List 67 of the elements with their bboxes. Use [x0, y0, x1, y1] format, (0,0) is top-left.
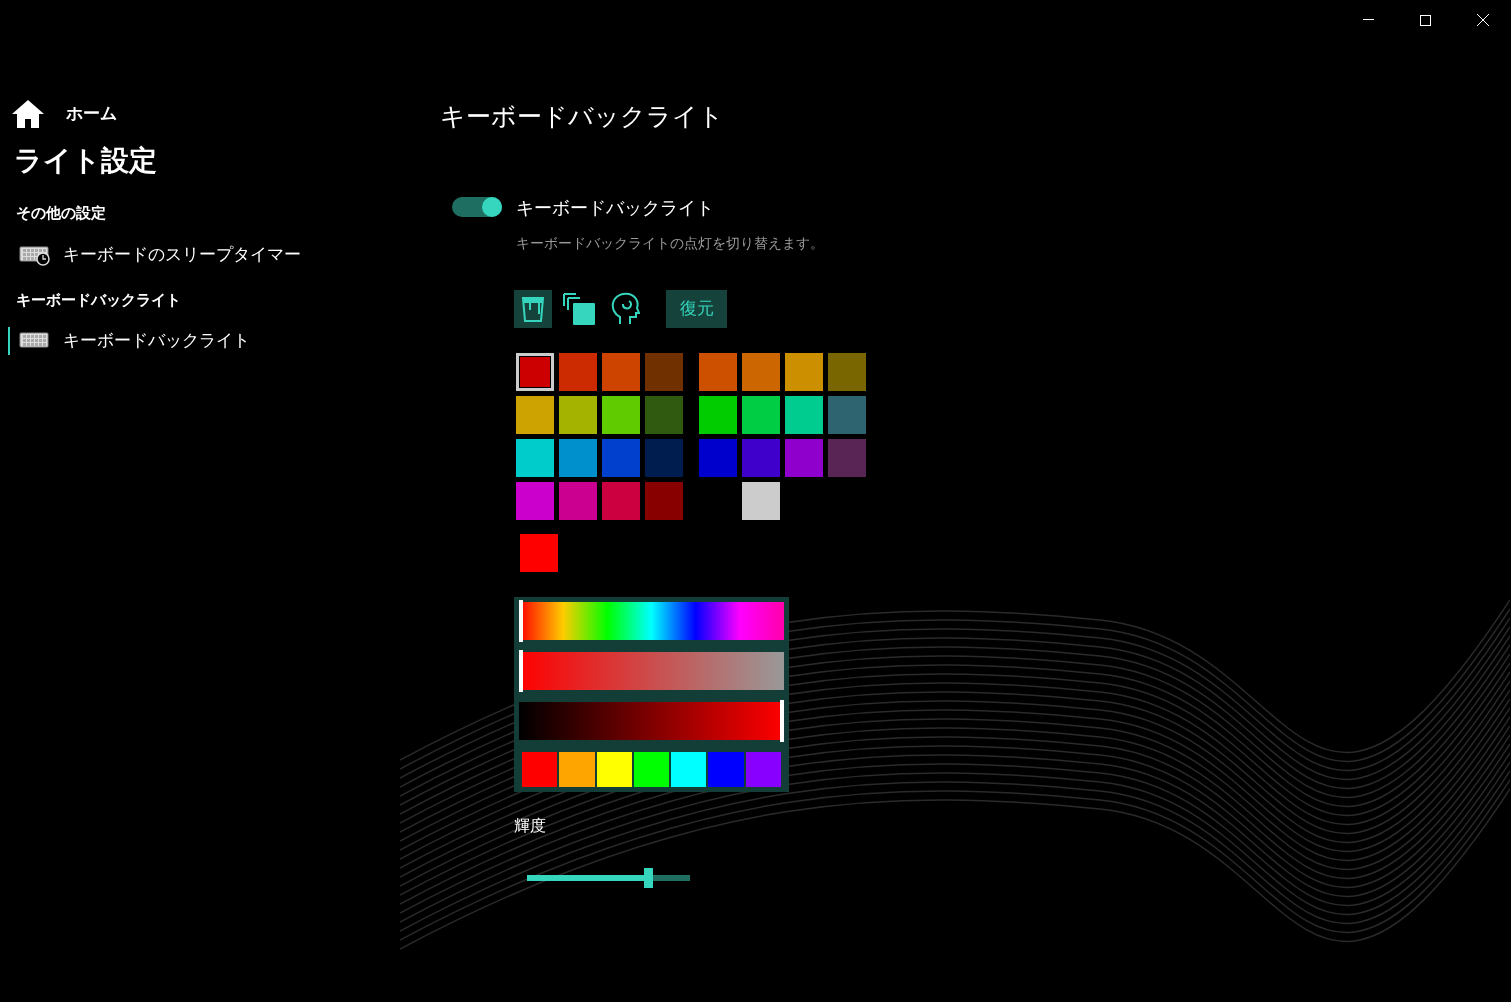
color-swatch[interactable] — [645, 352, 683, 391]
color-swatch[interactable] — [785, 438, 823, 477]
color-swatch[interactable] — [516, 395, 554, 434]
color-swatch[interactable] — [699, 438, 737, 477]
toggle-knob — [482, 197, 502, 217]
mode-button[interactable] — [514, 289, 552, 328]
home-link[interactable]: ホーム — [0, 98, 430, 130]
color-swatch[interactable] — [828, 395, 866, 434]
color-swatch[interactable] — [516, 481, 554, 520]
color-swatch[interactable] — [645, 395, 683, 434]
slider-handle[interactable] — [780, 699, 784, 742]
toggle-description: キーボードバックライトの点灯を切り替えます。 — [516, 233, 825, 253]
sidebar-item[interactable]: キーボードのスリープタイマー — [8, 240, 430, 269]
restore-button[interactable]: 復元 — [666, 289, 727, 328]
color-swatch[interactable] — [559, 438, 597, 477]
sidebar-item[interactable]: キーボードバックライト — [8, 327, 430, 355]
close-icon — [1476, 14, 1489, 26]
value-slider[interactable] — [519, 701, 784, 740]
keyboard-clock-icon — [19, 243, 51, 266]
section-heading: キーボードバックライト — [15, 289, 182, 311]
color-swatch[interactable] — [645, 438, 683, 477]
layers-icon — [562, 291, 596, 326]
preset-color[interactable] — [559, 751, 595, 787]
color-swatch[interactable] — [785, 395, 823, 434]
color-swatch[interactable] — [559, 481, 597, 520]
preset-color[interactable] — [671, 751, 707, 787]
sidebar-item-label: キーボードバックライト — [63, 329, 250, 353]
brightness-slider[interactable] — [527, 867, 690, 888]
toggle-switch[interactable] — [452, 197, 502, 217]
section-heading: その他の設定 — [15, 203, 107, 224]
preset-color[interactable] — [633, 751, 670, 787]
color-swatch[interactable] — [742, 481, 780, 520]
color-swatch[interactable] — [516, 352, 554, 391]
color-swatch[interactable] — [602, 395, 640, 434]
maximize-icon — [1420, 14, 1431, 26]
preset-color[interactable] — [745, 751, 781, 787]
color-swatch[interactable] — [785, 352, 823, 391]
color-swatch[interactable] — [645, 481, 683, 520]
saturation-slider[interactable] — [519, 651, 784, 690]
preset-color[interactable] — [596, 751, 632, 787]
color-swatch[interactable] — [699, 352, 737, 391]
color-swatch[interactable] — [828, 438, 866, 477]
color-swatch[interactable] — [742, 352, 780, 391]
home-icon — [10, 98, 46, 130]
sidebar-title: ライト設定 — [13, 143, 158, 179]
color-swatch[interactable] — [559, 395, 597, 434]
slider-handle[interactable] — [519, 599, 523, 642]
sidebar-item-label: キーボードのスリープタイマー — [63, 242, 301, 266]
minimize-icon — [1363, 19, 1374, 21]
color-swatch[interactable] — [699, 395, 737, 434]
color-swatch[interactable] — [516, 438, 554, 477]
color-swatch[interactable] — [828, 352, 866, 391]
preset-color[interactable] — [522, 751, 558, 787]
preset-color[interactable] — [708, 751, 744, 787]
head-profile-icon — [610, 291, 640, 326]
color-swatch[interactable] — [602, 352, 640, 391]
slider-handle[interactable] — [643, 867, 653, 888]
hue-slider[interactable] — [519, 601, 784, 640]
color-swatch[interactable] — [742, 438, 780, 477]
brightness-label: 輝度 — [514, 814, 547, 837]
color-swatch[interactable] — [602, 481, 640, 520]
slider-handle[interactable] — [519, 649, 523, 692]
page-title: キーボードバックライト — [440, 101, 725, 133]
color-swatch[interactable] — [602, 438, 640, 477]
color-swatch[interactable] — [559, 352, 597, 391]
toggle-label: キーボードバックライト — [516, 195, 714, 220]
color-swatch[interactable] — [742, 395, 780, 434]
